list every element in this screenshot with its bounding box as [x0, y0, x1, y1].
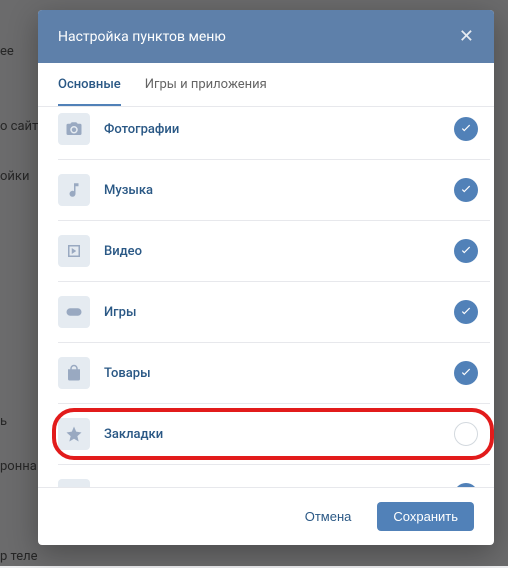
item-label: Закладки — [104, 427, 454, 442]
music-icon — [58, 174, 90, 206]
document-icon — [58, 479, 90, 487]
list-item-market[interactable]: Товары — [58, 343, 490, 404]
list-item-video[interactable]: Видео — [58, 221, 490, 282]
list-item-games[interactable]: Игры — [58, 282, 490, 343]
tab-main[interactable]: Основные — [58, 63, 121, 106]
item-label: Музыка — [104, 183, 454, 198]
toggle-on-icon[interactable] — [454, 483, 478, 487]
list-item-docs[interactable]: Документы — [58, 465, 490, 487]
save-button[interactable]: Сохранить — [377, 502, 474, 531]
toggle-on-icon[interactable] — [454, 117, 478, 141]
cancel-button[interactable]: Отмена — [289, 502, 368, 531]
modal-header: Настройка пунктов меню ✕ — [38, 10, 494, 63]
item-label: Игры — [104, 305, 454, 320]
settings-modal: Настройка пунктов меню ✕ Основные Игры и… — [38, 10, 494, 545]
list-item-bookmarks[interactable]: Закладки — [58, 404, 490, 465]
toggle-on-icon[interactable] — [454, 178, 478, 202]
close-icon[interactable]: ✕ — [459, 26, 474, 47]
modal-title: Настройка пунктов меню — [58, 29, 226, 45]
toggle-on-icon[interactable] — [454, 239, 478, 263]
item-label: Видео — [104, 244, 454, 259]
toggle-on-icon[interactable] — [454, 361, 478, 385]
photo-icon — [58, 113, 90, 145]
toggle-off-icon[interactable] — [454, 422, 478, 446]
star-icon — [58, 418, 90, 450]
tabs: Основные Игры и приложения — [38, 63, 494, 107]
video-icon — [58, 235, 90, 267]
bag-icon — [58, 357, 90, 389]
modal-footer: Отмена Сохранить — [38, 487, 494, 545]
list-item-photos[interactable]: Фотографии — [58, 107, 490, 160]
item-label: Товары — [104, 366, 454, 381]
menu-items-list[interactable]: Фотографии Музыка Видео Игры — [38, 107, 494, 487]
toggle-on-icon[interactable] — [454, 300, 478, 324]
item-label: Фотографии — [104, 122, 454, 137]
list-item-music[interactable]: Музыка — [58, 160, 490, 221]
gamepad-icon — [58, 296, 90, 328]
tab-apps[interactable]: Игры и приложения — [145, 63, 267, 106]
